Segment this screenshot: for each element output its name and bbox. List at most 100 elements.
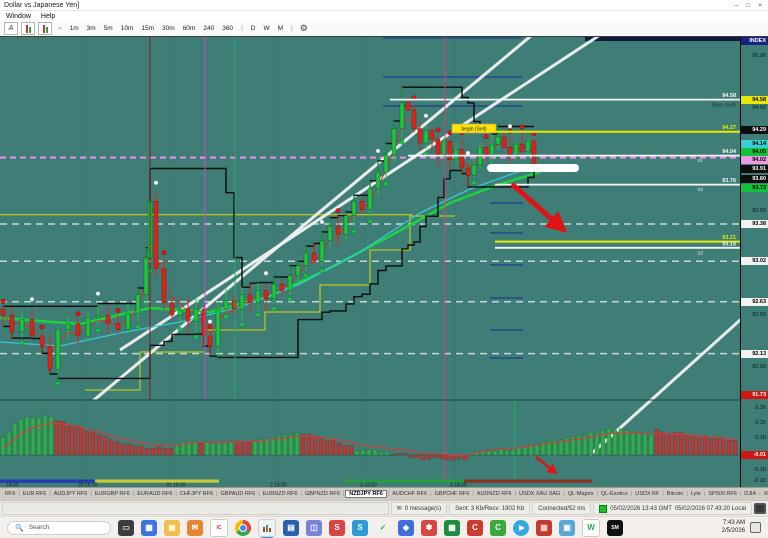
price-chart[interactable]: 94.58Base (Sell)94.2794.04S193.76S293.21…: [0, 37, 740, 487]
tab-chfjpy-rf6[interactable]: CHFJPY RF6: [178, 491, 215, 497]
svg-text:Base (Sell): Base (Sell): [712, 103, 737, 109]
timeframe-button-10m[interactable]: 10m: [118, 25, 137, 32]
calculator-icon[interactable]: ▦: [141, 520, 157, 536]
red-c-icon[interactable]: C: [467, 520, 483, 536]
timeframe-button-60m[interactable]: 60m: [180, 25, 199, 32]
notification-icon[interactable]: [750, 522, 761, 533]
tab-separator: |: [662, 491, 663, 497]
ledger-icon[interactable]: ▤: [283, 520, 299, 536]
traffic-text: Sent: 3 Kb/Recv: 1902 Kb: [455, 506, 524, 512]
axis-price-tile: 92.13: [741, 350, 768, 358]
tab-sp500-rf6[interactable]: SP500 RF6: [706, 491, 738, 497]
axis-tick: 0.30: [741, 405, 768, 411]
file-explorer-icon[interactable]: ▣: [164, 520, 180, 536]
price-axis[interactable]: 95.0094.5093.5092.5092.000.300.200.10-0.…: [740, 37, 768, 487]
connection-text: Connected/52 ms: [538, 506, 585, 512]
tab-eur-rf6[interactable]: EUR RF6: [21, 491, 49, 497]
tab-nzdjpy-rf6[interactable]: NZDJPY RF6: [345, 490, 387, 498]
tray-clock[interactable]: 7:43 AM 2/5/2026: [722, 520, 745, 534]
axis-price-tile: 93.91: [741, 165, 768, 173]
tab-rf6[interactable]: RF6: [3, 491, 17, 497]
tab-separator: |: [430, 491, 431, 497]
copilot-icon[interactable]: ◆: [398, 520, 414, 536]
chart-letter-icon[interactable]: A: [4, 22, 18, 35]
tab-audjpy-rf6[interactable]: AUDJPY RF6: [52, 491, 90, 497]
period-button-W[interactable]: W: [260, 25, 272, 32]
sm-icon[interactable]: SM: [607, 520, 623, 536]
axis-tick: 0.10: [741, 435, 768, 441]
status-messages[interactable]: ✉ 0 message(s): [391, 502, 447, 515]
tab-xrp[interactable]: XRP: [762, 491, 768, 497]
tab-gbpaud-rf6[interactable]: GBPAUD RF6: [219, 491, 258, 497]
system-tray[interactable]: 7:43 AM 2/5/2026: [722, 520, 761, 534]
axis-price-tile: 94.29: [741, 126, 768, 134]
axis-price-tile: -0.01: [741, 451, 768, 459]
tab-lyte[interactable]: Lyte: [689, 491, 703, 497]
trading-chart-icon[interactable]: [258, 519, 276, 537]
tab-separator: |: [18, 491, 19, 497]
timeframe-button-15m[interactable]: 15m: [138, 25, 157, 32]
close-button[interactable]: ×: [758, 2, 762, 9]
blue-s-icon[interactable]: S: [352, 520, 368, 536]
svg-text:93.76: 93.76: [722, 178, 736, 184]
timeframe-button-3m[interactable]: 3m: [84, 25, 99, 32]
tab-eurgbp-rf6[interactable]: EURGBP RF6: [93, 491, 132, 497]
tab-bitcoin[interactable]: Bitcoin: [665, 491, 686, 497]
green-check-icon[interactable]: ✓: [375, 520, 391, 536]
timeframe-button-360[interactable]: 360: [219, 25, 236, 32]
tab-audchf-rf6[interactable]: AUDCHF RF6: [390, 491, 429, 497]
candlestick-style-icon[interactable]: [38, 22, 52, 35]
app-window-icon[interactable]: ▭: [118, 520, 134, 536]
maximize-button[interactable]: □: [746, 2, 750, 9]
people-icon[interactable]: ◫: [306, 520, 322, 536]
period-button-D[interactable]: D: [248, 25, 259, 32]
desktop: Dollar vs Japanese Yen] –□× WindowHelp A…: [0, 0, 768, 538]
status-app-icon[interactable]: [754, 503, 766, 514]
tab-separator: |: [704, 491, 705, 497]
toolbar-overflow-chevron[interactable]: »: [58, 25, 62, 32]
svg-text:93.21: 93.21: [722, 235, 736, 241]
tab-usdx-rf[interactable]: USDX RF: [633, 491, 661, 497]
taskbar-icons: ▭ ▦ ▣ ✉ IC ▤ ◫ SS ✓ ◆ ✽ ▦ CC ▦ ▣ W SM: [118, 519, 623, 537]
taskbar-search[interactable]: 🔍 Search: [7, 521, 111, 535]
period-button-M[interactable]: M: [275, 25, 286, 32]
gmt-time: 05/02/2026 13:43 GMT: [610, 506, 672, 512]
timeframe-button-240[interactable]: 240: [200, 25, 217, 32]
anydesk-icon[interactable]: ✽: [421, 520, 437, 536]
menu-item-help[interactable]: Help: [41, 13, 55, 20]
axis-price-tile: 94.02: [741, 156, 768, 164]
ic-markets-icon[interactable]: IC: [210, 519, 228, 537]
minimize-button[interactable]: –: [735, 2, 739, 9]
tab-euraud-rf6[interactable]: EURAUD RF6: [135, 491, 174, 497]
message-count: 0 message(s): [405, 506, 441, 512]
timeframe-button-5m[interactable]: 5m: [101, 25, 116, 32]
tab-eurnzd-rf6[interactable]: EURNZD RF6: [261, 491, 300, 497]
timeframe-button-1m[interactable]: 1m: [67, 25, 82, 32]
timeframe-button-30m[interactable]: 30m: [159, 25, 178, 32]
chrome-icon[interactable]: [235, 520, 251, 536]
photos-icon[interactable]: ▣: [559, 520, 575, 536]
green-c-icon[interactable]: C: [490, 520, 506, 536]
tab-separator: |: [133, 491, 134, 497]
tab-ql-majors[interactable]: QL-Majors: [566, 491, 596, 497]
tab-usdx-xau-xag[interactable]: USDX XAU XAG: [517, 491, 562, 497]
tab-audnzd-rf6[interactable]: AUDNZD RF6: [475, 491, 514, 497]
menu-item-window[interactable]: Window: [6, 13, 31, 20]
tab-gbpchf-rf6[interactable]: GBPCHF RF6: [433, 491, 472, 497]
telegram-plane-icon: [519, 525, 525, 531]
tab-separator: |: [343, 491, 344, 497]
telegram-icon[interactable]: [513, 520, 529, 536]
red-grid-icon[interactable]: ▦: [536, 520, 552, 536]
tray-time: 7:43 AM: [722, 520, 745, 527]
status-clock: 05/02/2026 13:43 GMT 05/02/2026 07:43:20…: [593, 502, 752, 515]
sheets-icon[interactable]: ▦: [444, 520, 460, 536]
webull-icon[interactable]: W: [582, 519, 600, 537]
outlook-icon[interactable]: ✉: [187, 520, 203, 536]
tab-gbpnzd-rf6[interactable]: GBPNZD RF6: [303, 491, 342, 497]
tab-djia[interactable]: DJIA: [742, 491, 758, 497]
axis-price-tile: 94.14: [741, 140, 768, 148]
red-s-icon[interactable]: S: [329, 520, 345, 536]
settings-gear-icon[interactable]: ⚙: [300, 23, 308, 34]
tab-ql-exotics[interactable]: QL-Exotics: [599, 491, 630, 497]
candlestick-style-icon[interactable]: [21, 22, 35, 35]
